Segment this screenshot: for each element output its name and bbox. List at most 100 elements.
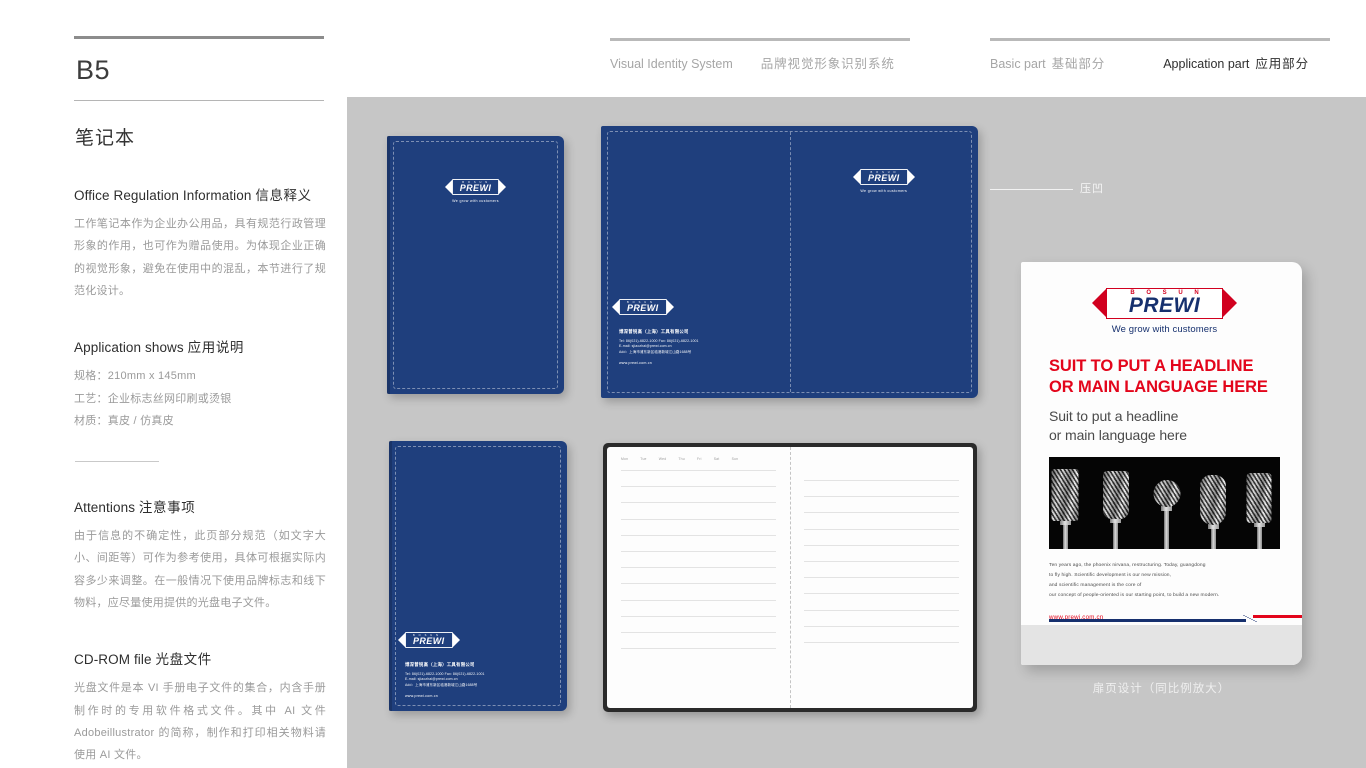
flyer-logo: B O S U N PREWI We grow with customers xyxy=(1092,288,1237,335)
header-group-parts: Basic part 基础部分 Application part 应用部分 xyxy=(990,38,1330,72)
cover-logo: B O S U N PREWI We grow with customers xyxy=(790,168,979,193)
logo-bar: B O S U N PREWI xyxy=(859,168,908,186)
callout-label: 压凹 xyxy=(1080,183,1104,195)
cover-spine xyxy=(387,136,390,394)
flyer-body-copy: Ten years ago, the phoenix nirvana, rest… xyxy=(1049,561,1280,601)
weekday-sat: Sat xyxy=(713,457,720,461)
weekday-wed: Wed xyxy=(658,457,667,461)
header-vis-en: Visual Identity System xyxy=(610,56,733,71)
flyer-body-line-1: Ten years ago, the phoenix nirvana, rest… xyxy=(1049,563,1206,569)
logo-bar: B O S U N PREWI xyxy=(451,178,500,196)
flyer-subhead-line1: Suit to put a headline xyxy=(1049,408,1179,425)
spec-item-size: 规格：210mm x 145mm xyxy=(74,370,196,383)
logo-tagline: We grow with customers xyxy=(1111,324,1218,335)
tab-basic-part-cn[interactable]: 基础部分 xyxy=(1052,53,1106,72)
page-title: 笔记本 xyxy=(75,128,136,149)
ruled-line xyxy=(804,512,959,514)
flyer-footer-band xyxy=(1021,625,1302,665)
contact-website: www.prewi.com.cn xyxy=(619,360,652,365)
section-body: 光盘文件是本 VI 手册电子文件的集合，内含手册制作时的专用软件格式文件。其中 … xyxy=(74,682,326,762)
header-row: Visual Identity System 品牌视觉形象识别系统 xyxy=(610,53,910,72)
section-application-shows: Application shows 应用说明 规格：210mm x 145mm … xyxy=(74,336,326,433)
ruled-lines xyxy=(621,470,776,650)
ruled-line xyxy=(804,544,959,546)
ruled-line xyxy=(621,534,776,536)
logo-arrow-left-icon xyxy=(398,633,405,648)
burr-shaft xyxy=(1210,527,1216,550)
tab-application-part-cn[interactable]: 应用部分 xyxy=(1255,53,1309,72)
section-cdrom-file: CD-ROM file 光盘文件 光盘文件是本 VI 手册电子文件的集合，内含手… xyxy=(74,648,326,766)
burr-head xyxy=(1102,471,1129,520)
flyer-product-photo xyxy=(1049,457,1280,550)
back-cover-logo: B O S U N PREWI xyxy=(612,298,739,316)
section-attentions: Attentions 注意事项 由于信息的不确定性，此页部分规范（如文字大小、间… xyxy=(74,496,326,614)
header-row: Basic part 基础部分 Application part 应用部分 xyxy=(990,53,1330,72)
flyer-subhead-line2: or main language here xyxy=(1049,426,1187,443)
section-divider xyxy=(75,460,159,462)
ruled-line xyxy=(621,631,776,633)
notebook-pages: Mon Tue Wed Thu Fri Sat Sun xyxy=(607,447,973,708)
flyer-red-bar xyxy=(1253,614,1302,618)
section-heading: CD-ROM file 光盘文件 xyxy=(74,648,326,668)
contact-company: 博深普锐高（上海）工具有限公司 xyxy=(619,329,689,334)
contact-website: www.prewi.com.cn xyxy=(405,693,438,698)
weekday-mon: Mon xyxy=(621,457,629,461)
ruled-line xyxy=(621,599,776,601)
logo-wordmark: PREWI xyxy=(413,636,445,646)
section-heading-cn: 注意事项 xyxy=(138,499,196,515)
flyer-mockup: B O S U N PREWI We grow with customers S… xyxy=(1021,262,1302,665)
logo-arrow-right-icon xyxy=(666,300,674,315)
page-code-underline xyxy=(74,100,324,101)
ruled-line xyxy=(621,486,776,488)
section-heading-en: CD-ROM file xyxy=(74,652,152,668)
notebook-page-left: Mon Tue Wed Thu Fri Sat Sun xyxy=(607,447,790,708)
logo-wordmark: PREWI xyxy=(867,173,900,183)
section-heading-en: Office Regulation Information xyxy=(74,188,252,203)
ruled-line xyxy=(621,502,776,504)
section-office-regulation: Office Regulation Information 信息释义 工作笔记本… xyxy=(74,184,326,302)
header-group-identity: Visual Identity System 品牌视觉形象识别系统 xyxy=(610,38,910,72)
flyer-caption: 扉页设计（同比例放大） xyxy=(1092,683,1231,695)
header-rule xyxy=(610,38,910,41)
header-rule xyxy=(990,38,1330,41)
logo-bar: B O S U N PREWI xyxy=(619,298,667,316)
ruled-line xyxy=(804,641,959,643)
contact-address: Add：上海市浦东新区临港新城江山路1688号 xyxy=(405,682,478,687)
section-heading-cn: 信息释义 xyxy=(255,188,312,203)
burr-head xyxy=(1153,480,1181,508)
ruled-line xyxy=(621,583,776,585)
tab-application-part-en[interactable]: Application part xyxy=(1163,57,1249,71)
ruled-line xyxy=(804,480,959,481)
notebook-cover-spread: B O S U N PREWI We grow with customers B… xyxy=(601,126,978,398)
cover-spine xyxy=(389,441,392,711)
ruled-line xyxy=(804,609,959,611)
ruled-line xyxy=(804,496,959,498)
ruled-line xyxy=(804,528,959,530)
burr-shaft xyxy=(1113,521,1119,550)
ruled-lines xyxy=(804,480,959,643)
logo-wordmark: PREWI xyxy=(627,303,659,313)
flyer-content: B O S U N PREWI We grow with customers S… xyxy=(1021,262,1302,665)
ruled-line xyxy=(804,625,959,627)
back-cover-logo: B O S U N PREWI xyxy=(398,631,525,649)
flyer-accent-bars xyxy=(1021,614,1302,624)
spec-item-material: 材质：真皮 / 仿真皮 xyxy=(74,415,174,428)
section-heading: Attentions 注意事项 xyxy=(74,496,326,516)
notebook-front-cover: B O S U N PREWI We grow with customers xyxy=(387,136,564,394)
tab-basic-part-en[interactable]: Basic part xyxy=(990,57,1046,71)
ruled-line xyxy=(621,567,776,569)
flyer-body-line-4: our concept of people-oriented is our st… xyxy=(1049,593,1220,599)
logo-arrow-left-icon xyxy=(852,170,860,185)
back-cover-contact: 博深普锐高（上海）工具有限公司 Tel: 86(021)-6822-1000 F… xyxy=(619,329,769,365)
top-rule xyxy=(74,36,324,39)
burr-shaft xyxy=(1164,509,1170,550)
vi-guideline-page: B5 笔记本 Office Regulation Information 信息释… xyxy=(0,0,1366,768)
section-heading-cn: 光盘文件 xyxy=(155,652,212,668)
section-heading-en: Attentions xyxy=(74,499,136,515)
spec-item-process: 工艺：企业标志丝网印刷或烫银 xyxy=(74,392,232,405)
cover-logo: B O S U N PREWI We grow with customers xyxy=(387,178,564,203)
burr-head xyxy=(1246,473,1272,524)
section-heading-en: Application shows xyxy=(74,340,184,356)
ruled-line xyxy=(804,577,959,579)
section-heading: Office Regulation Information 信息释义 xyxy=(74,184,326,204)
